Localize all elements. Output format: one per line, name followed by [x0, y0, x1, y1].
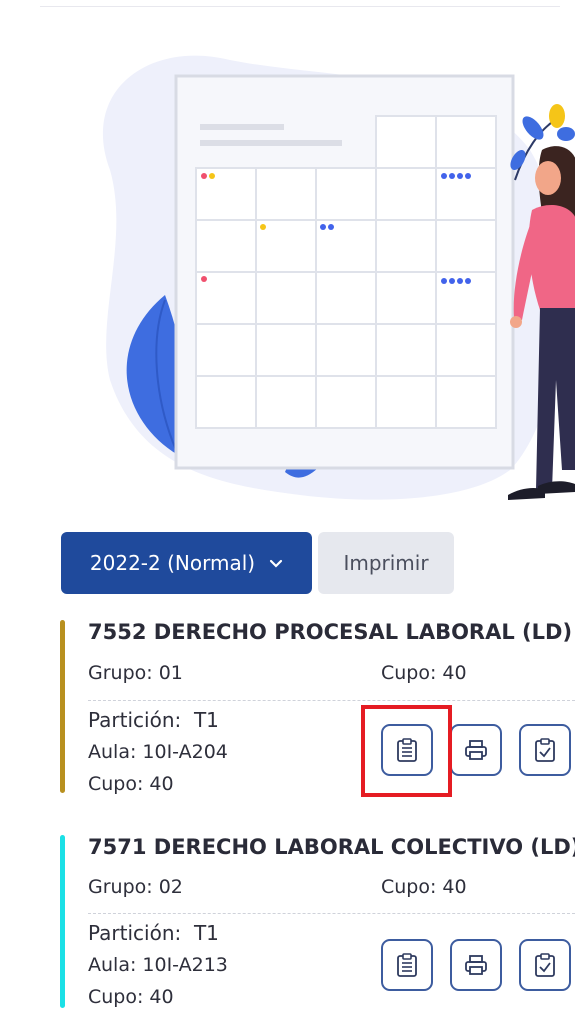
partition-label: Partición:: [88, 708, 182, 732]
divider: [88, 913, 575, 914]
action-buttons: [381, 939, 571, 991]
clipboard-check-icon: [535, 953, 555, 977]
print-schedule-button[interactable]: [450, 939, 502, 991]
clipboard-list-icon: [397, 953, 417, 977]
cupo-label: Cupo: 40: [381, 662, 467, 684]
course-card: 7552 DERECHO PROCESAL LABORAL (LD) Grupo…: [60, 620, 575, 798]
attendance-button[interactable]: [519, 939, 571, 991]
clipboard-check-icon: [535, 738, 555, 762]
schedule-button[interactable]: [381, 939, 433, 991]
partition-info: Partición: T1 Aula: 10I-A204 Cupo: 40: [88, 704, 228, 800]
partition-cupo: Cupo: 40: [88, 773, 174, 795]
aula-label: Aula: 10I-A204: [88, 741, 228, 763]
aula-label: Aula: 10I-A213: [88, 954, 228, 976]
highlight-box: [361, 705, 452, 797]
divider: [88, 700, 575, 701]
period-label: 2022-2 (Normal): [89, 551, 256, 575]
partition-value: T1: [193, 921, 219, 945]
group-label: Grupo: 01: [88, 662, 183, 684]
calendar-illustration: [102, 55, 575, 500]
partition-cupo: Cupo: 40: [88, 986, 174, 1008]
partition-value: T1: [193, 708, 219, 732]
print-button[interactable]: Imprimir: [318, 532, 454, 594]
group-label: Grupo: 02: [88, 876, 183, 898]
chevron-down-icon: [269, 559, 283, 568]
course-accent-bar: [60, 620, 65, 793]
printer-icon: [465, 955, 487, 975]
partition-label: Partición:: [88, 921, 182, 945]
course-accent-bar: [60, 835, 65, 1008]
header-line: [200, 140, 342, 146]
cupo-label: Cupo: 40: [381, 876, 467, 898]
course-card: 7571 DERECHO LABORAL COLECTIVO (LD) Grup…: [60, 835, 575, 1013]
attendance-button[interactable]: [519, 724, 571, 776]
course-title: 7552 DERECHO PROCESAL LABORAL (LD): [88, 620, 573, 644]
printer-icon: [465, 740, 487, 760]
header-line: [200, 124, 284, 130]
partition-info: Partición: T1 Aula: 10I-A213 Cupo: 40: [88, 917, 228, 1013]
course-title: 7571 DERECHO LABORAL COLECTIVO (LD): [88, 835, 575, 859]
period-dropdown[interactable]: 2022-2 (Normal): [61, 532, 312, 594]
print-schedule-button[interactable]: [450, 724, 502, 776]
toolbar: 2022-2 (Normal) Imprimir: [61, 532, 454, 594]
